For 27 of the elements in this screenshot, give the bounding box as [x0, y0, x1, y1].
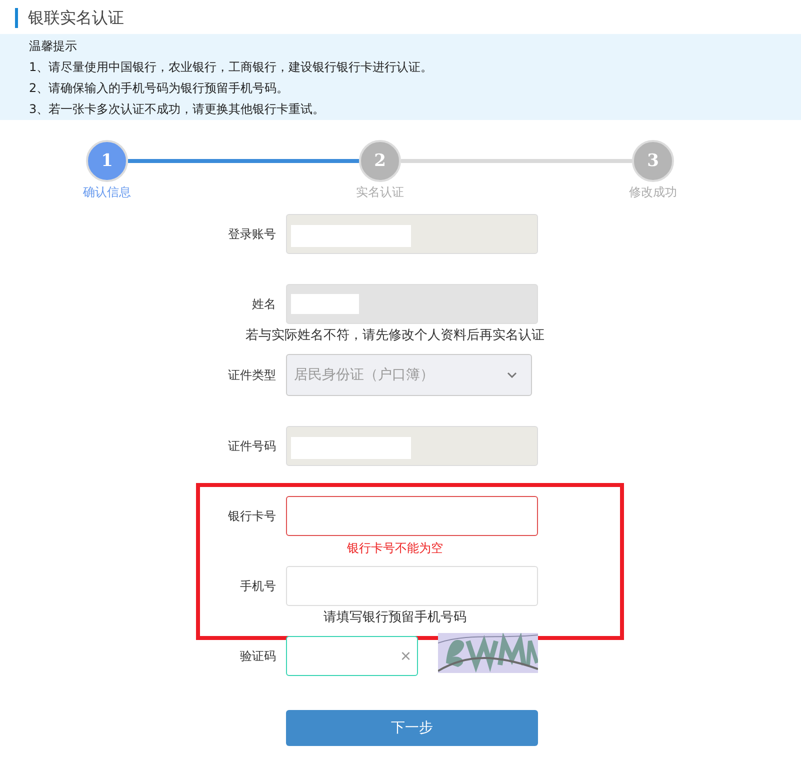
step-label: 实名认证: [356, 184, 404, 201]
field-label: 证件号码: [227, 438, 276, 454]
captcha-field[interactable]: ×: [286, 636, 418, 676]
step-label: 确认信息: [83, 184, 131, 201]
field-label: 登录账号: [227, 226, 276, 242]
select-field[interactable]: 居民身份证（户口簿）: [286, 354, 532, 396]
field-label: 银行卡号: [227, 508, 276, 524]
error-message: 银行卡号不能为空: [346, 540, 444, 557]
field-label: 验证码: [239, 648, 276, 664]
input-field[interactable]: [286, 496, 538, 536]
field-label: 手机号: [239, 578, 276, 594]
clear-button[interactable]: ×: [398, 646, 413, 666]
step-number: 2: [359, 140, 401, 182]
step-number: 1: [86, 140, 128, 182]
hint-text: 若与实际姓名不符，请先修改个人资料后再实名认证: [244, 327, 546, 345]
field-label: 证件类型: [227, 366, 276, 384]
notice-text: 3、若一张卡多次认证不成功，请更换其他银行卡重试。: [29, 101, 326, 118]
notice-text: 1、请尽量使用中国银行，农业银行，工商银行，建设银行银行卡进行认证。: [29, 59, 434, 76]
step-number: 3: [632, 140, 674, 182]
notice-heading: 温馨提示: [29, 38, 78, 55]
notice-text: 2、请确保输入的手机号码为银行预留手机号码。: [29, 80, 290, 97]
step-label: 修改成功: [629, 184, 677, 201]
next-step-button[interactable]: 下一步: [286, 710, 538, 746]
chevron-down-icon: [507, 372, 517, 378]
page-title: 银联实名认证: [15, 8, 801, 28]
hint-text: 请填写银行预留手机号码: [322, 609, 468, 627]
field-label: 姓名: [251, 296, 276, 312]
